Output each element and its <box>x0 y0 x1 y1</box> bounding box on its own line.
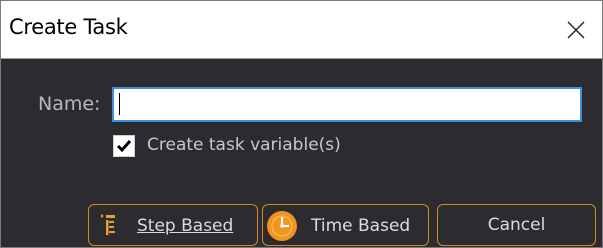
name-input[interactable] <box>112 87 582 122</box>
dialog-title: Create Task <box>9 15 128 39</box>
time-based-button[interactable]: Time Based <box>262 204 429 246</box>
create-task-dialog: Create Task Name: Create task variable(s… <box>0 0 603 248</box>
step-based-button[interactable]: Step Based <box>88 204 258 246</box>
step-list-icon <box>101 212 117 243</box>
time-based-label: Time Based <box>311 216 411 236</box>
cancel-button[interactable]: Cancel <box>437 204 596 246</box>
checkmark-icon <box>116 140 132 153</box>
step-based-label: Step Based <box>137 216 234 236</box>
close-button[interactable] <box>550 1 602 58</box>
create-variables-label[interactable]: Create task variable(s) <box>147 135 341 155</box>
text-caret <box>119 93 120 115</box>
clock-icon <box>265 209 299 248</box>
name-label: Name: <box>38 93 101 115</box>
cancel-label: Cancel <box>487 215 546 235</box>
title-bar: Create Task <box>1 1 602 59</box>
close-x-icon <box>567 21 585 38</box>
create-variables-checkbox[interactable] <box>113 135 135 157</box>
